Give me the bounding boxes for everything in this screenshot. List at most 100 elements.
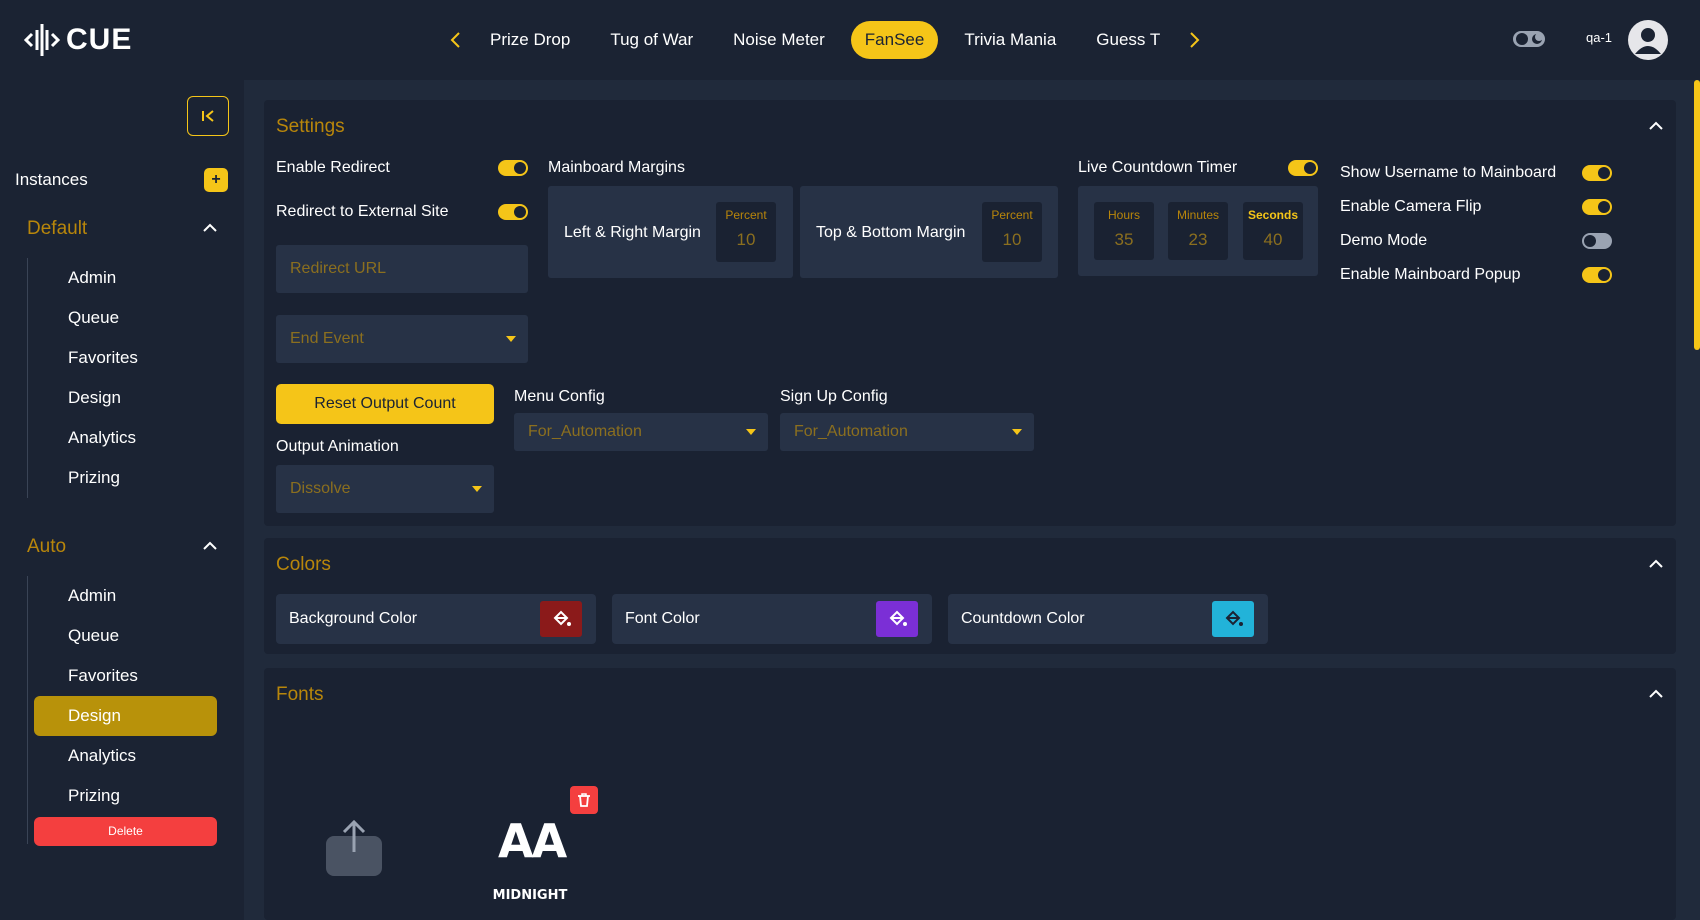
- signup-config-label: Sign Up Config: [780, 388, 888, 405]
- hours-field[interactable]: Hours 35: [1094, 202, 1154, 260]
- sidebar-item-default-admin[interactable]: Admin: [34, 258, 217, 298]
- demo-mode-toggle[interactable]: [1582, 233, 1612, 249]
- colors-title: Colors: [276, 554, 331, 575]
- hours-label: Hours: [1107, 208, 1140, 222]
- upload-font-button[interactable]: [326, 818, 382, 876]
- avatar[interactable]: [1628, 20, 1668, 60]
- sidebar-item-auto-admin[interactable]: Admin: [34, 576, 217, 616]
- live-countdown-label: Live Countdown Timer: [1078, 159, 1238, 176]
- chevron-up-icon[interactable]: [1646, 684, 1666, 704]
- tabs-prev-icon[interactable]: [440, 20, 470, 60]
- font-color-label: Font Color: [625, 610, 700, 627]
- tab-fansee[interactable]: FanSee: [850, 21, 939, 59]
- chevron-up-icon[interactable]: [1646, 554, 1666, 574]
- tabs-next-icon[interactable]: [1180, 20, 1210, 60]
- left-right-percent-field[interactable]: Percent 10: [716, 202, 776, 262]
- sidebar-item-auto-favorites[interactable]: Favorites: [34, 656, 217, 696]
- redirect-external-toggle[interactable]: [498, 204, 528, 220]
- redirect-url-input[interactable]: Redirect URL: [276, 245, 528, 293]
- top-bottom-value: 10: [1002, 230, 1022, 249]
- percent-label: Percent: [991, 208, 1033, 222]
- countdown-color-swatch[interactable]: [1212, 601, 1254, 637]
- tab-guess-t[interactable]: Guess T: [1082, 21, 1174, 59]
- chevron-up-icon[interactable]: [1646, 116, 1666, 136]
- hours-value: 35: [1114, 230, 1134, 249]
- top-bottom-percent-field[interactable]: Percent 10: [982, 202, 1042, 262]
- menu-config-label: Menu Config: [514, 388, 605, 405]
- redirect-external-label: Redirect to External Site: [276, 203, 449, 220]
- dropdown-caret-icon: [472, 486, 482, 492]
- sidebar-item-default-favorites[interactable]: Favorites: [34, 338, 217, 378]
- left-right-margin-label: Left & Right Margin: [564, 224, 701, 241]
- tab-noise-meter[interactable]: Noise Meter: [719, 21, 839, 59]
- minutes-field[interactable]: Minutes 23: [1168, 202, 1228, 260]
- enable-redirect-toggle[interactable]: [498, 160, 528, 176]
- font-color-swatch[interactable]: [876, 601, 918, 637]
- tab-trivia-mania[interactable]: Trivia Mania: [950, 21, 1070, 59]
- reset-output-button[interactable]: Reset Output Count: [276, 384, 494, 424]
- chevron-up-icon[interactable]: [200, 536, 220, 556]
- settings-title: Settings: [276, 116, 345, 137]
- font-name: MIDNIGHT: [492, 888, 568, 903]
- add-instance-button[interactable]: +: [204, 168, 228, 192]
- top-bottom-margin-label: Top & Bottom Margin: [816, 224, 966, 241]
- menu-config-select[interactable]: For_Automation: [514, 413, 768, 451]
- percent-label: Percent: [725, 208, 767, 222]
- seconds-value: 40: [1263, 230, 1283, 249]
- tab-tug-of-war[interactable]: Tug of War: [596, 21, 707, 59]
- sidebar-item-default-prizing[interactable]: Prizing: [34, 458, 217, 498]
- left-right-value: 10: [736, 230, 756, 249]
- mainboard-popup-toggle[interactable]: [1582, 267, 1612, 283]
- group-title-auto[interactable]: Auto: [27, 536, 66, 558]
- enable-redirect-label: Enable Redirect: [276, 159, 390, 176]
- dropdown-caret-icon: [1012, 429, 1022, 435]
- chevron-up-icon[interactable]: [200, 218, 220, 238]
- output-animation-value: Dissolve: [290, 480, 351, 497]
- output-animation-label: Output Animation: [276, 438, 399, 455]
- moon-icon: [1513, 31, 1545, 47]
- delete-font-button[interactable]: [570, 786, 598, 814]
- seconds-field[interactable]: Seconds 40: [1243, 202, 1303, 260]
- sidebar-item-default-queue[interactable]: Queue: [34, 298, 217, 338]
- sidebar-item-auto-analytics[interactable]: Analytics: [34, 736, 217, 776]
- sidebar-item-auto-prizing[interactable]: Prizing: [34, 776, 217, 816]
- sidebar-item-auto-queue[interactable]: Queue: [34, 616, 217, 656]
- menu-config-value: For_Automation: [528, 423, 642, 440]
- dropdown-caret-icon: [746, 429, 756, 435]
- tab-prize-drop[interactable]: Prize Drop: [476, 21, 584, 59]
- logo[interactable]: CUE: [24, 20, 132, 60]
- group-title-default[interactable]: Default: [27, 218, 87, 240]
- sidebar-item-default-design[interactable]: Design: [34, 378, 217, 418]
- font-preview[interactable]: AA: [498, 814, 567, 868]
- output-animation-select[interactable]: Dissolve: [276, 465, 494, 513]
- camera-flip-toggle[interactable]: [1582, 199, 1612, 215]
- sidebar-item-auto-design[interactable]: Design: [34, 696, 217, 736]
- signup-config-value: For_Automation: [794, 423, 908, 440]
- end-event-value: End Event: [290, 330, 364, 347]
- seconds-label: Seconds: [1247, 208, 1298, 222]
- camera-flip-label: Enable Camera Flip: [1340, 198, 1482, 215]
- show-username-toggle[interactable]: [1582, 165, 1612, 181]
- collapse-icon: [202, 110, 214, 122]
- trash-icon: [578, 793, 590, 807]
- delete-button[interactable]: Delete: [34, 817, 217, 846]
- live-countdown-toggle[interactable]: [1288, 160, 1318, 176]
- end-event-select[interactable]: End Event: [276, 315, 528, 363]
- dropdown-caret-icon: [506, 336, 516, 342]
- show-username-label: Show Username to Mainboard: [1340, 164, 1557, 181]
- instances-label: Instances: [15, 170, 88, 189]
- paint-bucket-icon: [1225, 610, 1243, 626]
- collapse-sidebar-button[interactable]: [187, 96, 229, 136]
- signup-config-select[interactable]: For_Automation: [780, 413, 1034, 451]
- theme-toggle[interactable]: [1512, 28, 1546, 50]
- sidebar-item-default-analytics[interactable]: Analytics: [34, 418, 217, 458]
- upload-icon: [326, 819, 382, 876]
- fonts-panel: [264, 668, 1676, 920]
- background-color-label: Background Color: [289, 610, 418, 627]
- logo-text: CUE: [66, 23, 133, 56]
- background-color-swatch[interactable]: [540, 601, 582, 637]
- group-line: [27, 576, 28, 844]
- demo-mode-label: Demo Mode: [1340, 232, 1428, 249]
- countdown-color-label: Countdown Color: [961, 610, 1085, 627]
- scrollbar[interactable]: [1694, 80, 1700, 350]
